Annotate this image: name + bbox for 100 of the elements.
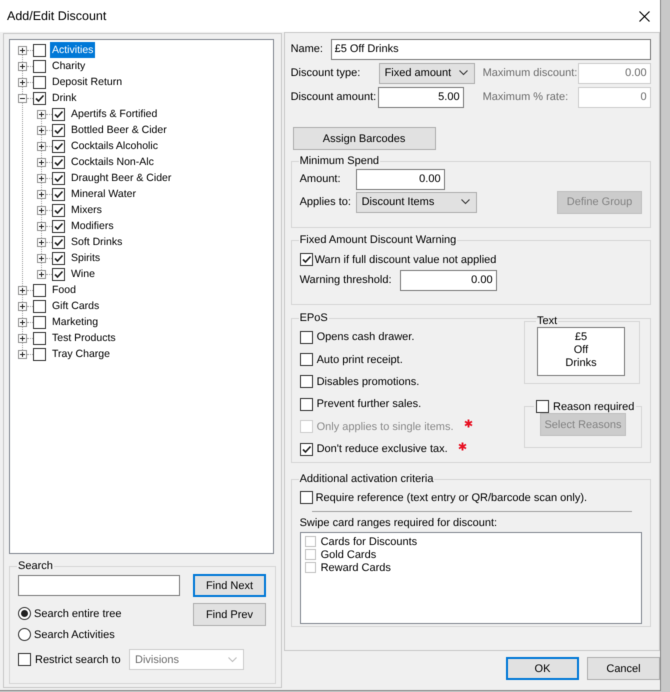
tree-item[interactable]: Cocktails Alcoholic (69, 138, 160, 154)
list-item[interactable]: Cards for Discounts (320, 536, 418, 548)
expand-icon[interactable] (37, 238, 46, 246)
tree-item[interactable]: Mineral Water (69, 186, 138, 202)
tree-item[interactable]: Gift Cards (50, 298, 102, 314)
tree-checkbox[interactable] (52, 124, 65, 136)
tree-item[interactable]: Soft Drinks (69, 234, 124, 250)
list-item[interactable]: Reward Cards (320, 562, 391, 574)
tree-checkbox[interactable] (33, 300, 46, 312)
tree-checkbox[interactable] (52, 220, 65, 232)
tree-checkbox[interactable] (33, 316, 46, 328)
input-field[interactable] (18, 575, 180, 596)
input-field[interactable]: 0.00 (356, 168, 445, 190)
tree-checkbox[interactable] (52, 188, 65, 200)
expand-icon[interactable] (37, 110, 46, 118)
dialog-button[interactable]: OK (506, 657, 579, 680)
tree-checkbox[interactable] (33, 332, 46, 344)
tree-item[interactable]: Cocktails Non-Alc (69, 154, 156, 170)
tree-item[interactable]: Draught Beer & Cider (69, 170, 174, 186)
radio-button[interactable] (18, 607, 31, 620)
expand-icon[interactable] (18, 78, 27, 86)
field-label: Warning threshold: (300, 274, 392, 286)
expand-icon[interactable] (18, 302, 27, 310)
tree-item[interactable]: Spirits (69, 250, 102, 266)
expand-icon[interactable] (18, 350, 27, 358)
radio-label: Search entire tree (34, 608, 122, 620)
dialog-button[interactable]: Cancel (587, 657, 660, 680)
tree-checkbox[interactable] (33, 284, 46, 296)
tree-item[interactable]: Test Products (50, 330, 118, 346)
checkbox[interactable] (300, 398, 313, 411)
field-label: Maximum discount: (482, 67, 578, 79)
list-item[interactable]: Gold Cards (320, 548, 376, 560)
tree-checkbox[interactable] (52, 252, 65, 264)
input-field[interactable]: £5 Off Drinks (330, 38, 651, 60)
tree-checkbox[interactable] (33, 44, 46, 56)
expand-icon[interactable] (37, 174, 46, 182)
checkbox[interactable] (304, 536, 316, 547)
checkbox[interactable] (300, 253, 313, 266)
checkbox[interactable] (300, 330, 313, 344)
radio-button[interactable] (18, 628, 31, 641)
checkbox[interactable] (536, 400, 549, 413)
tree-item[interactable]: Wine (69, 266, 97, 282)
assign-barcodes-button[interactable]: Assign Barcodes (292, 127, 436, 150)
tree-item[interactable]: Bottled Beer & Cider (69, 122, 169, 138)
tree-item[interactable]: Marketing (50, 314, 100, 330)
input-field[interactable]: 0.00 (400, 270, 497, 290)
tree-checkbox[interactable] (52, 204, 65, 216)
tree-item[interactable]: Apertifs & Fortified (69, 106, 160, 122)
tree-item[interactable]: Tray Charge (50, 346, 112, 362)
checkbox[interactable] (304, 549, 316, 560)
close-icon[interactable] (639, 10, 650, 22)
checkbox[interactable] (18, 653, 31, 666)
expand-icon[interactable] (37, 190, 46, 198)
tree-item[interactable]: Food (50, 282, 78, 298)
expand-icon[interactable] (37, 222, 46, 230)
tree-checkbox[interactable] (52, 268, 65, 280)
find-next-button[interactable]: Find Next (193, 574, 266, 597)
tree-item[interactable]: Charity (50, 58, 88, 74)
input-field[interactable]: 5.00 (378, 86, 464, 108)
expand-icon[interactable] (37, 206, 46, 214)
tree-checkbox[interactable] (52, 236, 65, 248)
expand-icon[interactable] (37, 126, 46, 134)
discount-type-dropdown[interactable]: Fixed amount (378, 62, 475, 84)
expand-icon[interactable] (18, 286, 27, 294)
expand-icon[interactable] (37, 270, 46, 278)
field-label: Name: (290, 43, 324, 55)
tree-checkbox[interactable] (52, 140, 65, 152)
checkbox[interactable] (300, 353, 313, 366)
checkbox[interactable] (300, 442, 313, 456)
tree-checkbox[interactable] (52, 108, 65, 120)
tree-checkbox[interactable] (33, 348, 46, 360)
tree-checkbox[interactable] (33, 60, 46, 72)
field-label: Maximum % rate: (482, 91, 570, 103)
expand-icon[interactable] (37, 254, 46, 262)
field-label: Discount type: (290, 67, 362, 79)
checkbox[interactable] (300, 491, 313, 504)
find-prev-button[interactable]: Find Prev (193, 603, 266, 626)
expand-icon[interactable] (37, 142, 46, 150)
checkbox[interactable] (300, 375, 313, 388)
collapse-icon[interactable] (18, 94, 27, 102)
expand-icon[interactable] (18, 334, 27, 342)
tree-checkbox[interactable] (52, 156, 65, 168)
tree-item[interactable]: Drink (50, 90, 79, 106)
tree-checkbox[interactable] (33, 92, 46, 104)
tree-checkbox[interactable] (52, 172, 65, 184)
caret-icon (228, 656, 237, 662)
tree-checkbox[interactable] (33, 76, 46, 88)
checkbox[interactable] (304, 562, 316, 573)
group-title: Search (17, 560, 54, 572)
expand-icon[interactable] (18, 62, 27, 70)
expand-icon[interactable] (37, 158, 46, 166)
checkbox-label: Warn if full discount value not applied (314, 254, 496, 266)
applies-to-dropdown[interactable]: Discount Items (356, 192, 477, 212)
expand-icon[interactable] (18, 46, 27, 54)
tree-item[interactable]: Mixers (69, 202, 104, 218)
field-label: Amount: (300, 173, 342, 185)
tree-item[interactable]: Activities (50, 42, 96, 58)
expand-icon[interactable] (18, 318, 27, 326)
tree-item[interactable]: Modifiers (69, 218, 116, 234)
tree-item[interactable]: Deposit Return (50, 74, 124, 90)
